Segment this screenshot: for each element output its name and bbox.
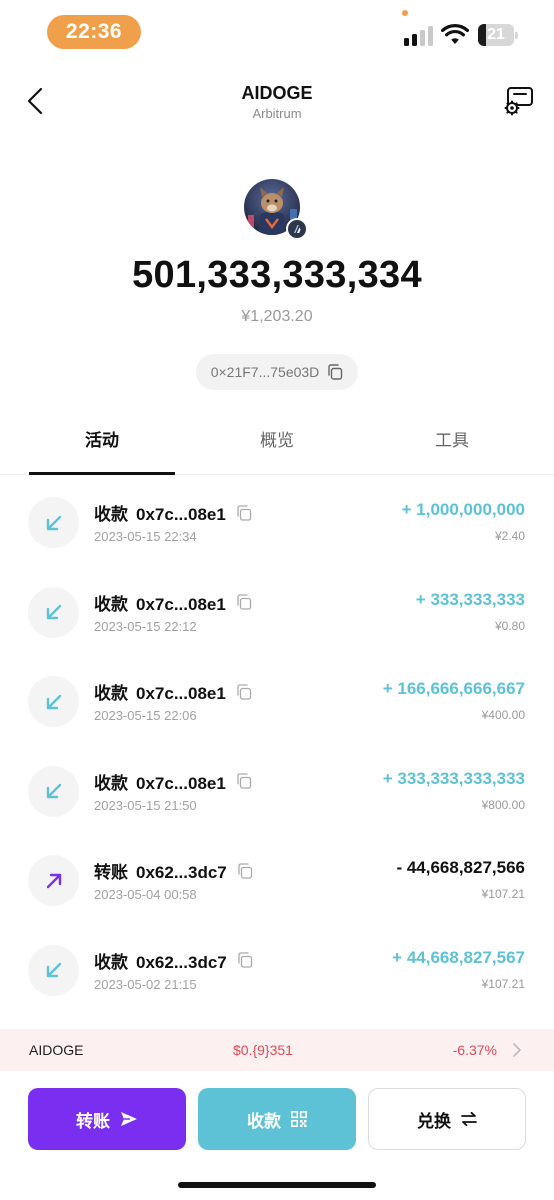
ticker-price: $0.{9}351 bbox=[233, 1042, 293, 1058]
arrow-down-left-icon bbox=[28, 497, 79, 548]
transaction-fiat-value: ¥107.21 bbox=[481, 976, 525, 991]
transaction-row[interactable]: 收款 0x7c...08e1 2023-05-15 21:50 + 333,333,3… bbox=[0, 745, 554, 835]
receive-label: 收款 bbox=[247, 1111, 281, 1131]
counterparty-address: 0x62...3dc7 bbox=[136, 863, 227, 882]
transaction-type: 收款 bbox=[94, 505, 128, 524]
transaction-fiat-value: ¥0.80 bbox=[494, 618, 525, 633]
transaction-date: 2023-05-15 22:12 bbox=[94, 618, 197, 634]
send-button[interactable]: 转账 bbox=[28, 1088, 186, 1150]
transaction-row[interactable]: 收款 0x7c...08e1 2023-05-15 22:06 + 166,666,6… bbox=[0, 655, 554, 745]
transaction-amount: - 44,668,827,566 bbox=[396, 858, 525, 877]
transaction-amount: + 333,333,333 bbox=[415, 589, 525, 609]
status-bar: 22:36 21 bbox=[0, 0, 554, 64]
transaction-amount: + 333,333,333,333 bbox=[382, 768, 525, 788]
counterparty-address: 0x62...3dc7 bbox=[136, 952, 227, 972]
arrow-down-left-icon bbox=[28, 944, 79, 996]
transaction-date: 2023-05-02 21:15 bbox=[94, 976, 197, 992]
tab-activity[interactable]: 活动 bbox=[29, 420, 175, 474]
home-indicator bbox=[178, 1182, 376, 1188]
chevron-right-icon bbox=[513, 1043, 522, 1057]
token-balance: 501,333,333,334 bbox=[132, 254, 422, 296]
transaction-fiat-value: ¥400.00 bbox=[481, 708, 525, 722]
transaction-date: 2023-05-04 00:58 bbox=[94, 887, 197, 902]
copy-address-button[interactable] bbox=[237, 862, 253, 879]
network-subtitle: Arbitrum bbox=[252, 106, 302, 121]
counterparty-address: 0x7c...08e1 bbox=[136, 505, 226, 524]
transaction-amount: + 1,000,000,000 bbox=[401, 500, 525, 519]
transaction-title: 收款 0x7c...08e1 bbox=[94, 590, 252, 615]
token-settings-button[interactable] bbox=[502, 85, 536, 117]
send-icon bbox=[121, 1112, 137, 1126]
ticker-symbol: AIDOGE bbox=[29, 1042, 84, 1058]
copy-icon bbox=[237, 504, 251, 521]
counterparty-address: 0x7c...08e1 bbox=[136, 773, 226, 793]
ticker-change: -6.37% bbox=[452, 1042, 497, 1058]
swap-button[interactable]: 兑换 bbox=[368, 1088, 526, 1150]
transaction-row[interactable]: 收款 0x62...3dc7 2023-05-02 21:15 + 44,668,82… bbox=[0, 924, 554, 1014]
copy-address-button[interactable]: 0×21F7...75e03D bbox=[196, 354, 358, 390]
transaction-row[interactable]: 收款 0x7c...08e1 2023-05-15 22:12 + 333,333,3… bbox=[0, 566, 554, 656]
transaction-type: 收款 bbox=[94, 684, 128, 703]
copy-address-button[interactable] bbox=[236, 504, 252, 521]
transaction-row[interactable]: 转账 0x62...3dc7 2023-05-04 00:58 - 44,668,82… bbox=[0, 834, 554, 924]
arrow-down-left-icon bbox=[28, 586, 79, 638]
copy-address-button[interactable] bbox=[237, 952, 253, 968]
transaction-row[interactable]: 收款 0x7c...08e1 2023-05-15 22:34 + 1,000,000… bbox=[0, 476, 554, 566]
transaction-date: 2023-05-15 21:50 bbox=[94, 797, 197, 813]
status-time: 22:36 bbox=[47, 15, 141, 49]
copy-icon bbox=[238, 952, 252, 968]
transaction-type: 转账 bbox=[94, 863, 128, 882]
transaction-date: 2023-05-15 22:06 bbox=[94, 708, 197, 723]
battery-icon: 21 bbox=[478, 24, 518, 46]
swap-arrows-icon bbox=[461, 1112, 477, 1126]
privacy-indicator-dot bbox=[402, 10, 408, 16]
transaction-title: 转账 0x62...3dc7 bbox=[94, 858, 253, 883]
transaction-title: 收款 0x7c...08e1 bbox=[94, 769, 252, 794]
transaction-date: 2023-05-15 22:34 bbox=[94, 529, 197, 544]
counterparty-address: 0x7c...08e1 bbox=[136, 684, 226, 703]
transaction-type: 收款 bbox=[94, 594, 128, 614]
transaction-type: 收款 bbox=[94, 952, 128, 972]
arbitrum-icon bbox=[286, 218, 308, 240]
tab-tools[interactable]: 工具 bbox=[379, 420, 525, 474]
active-tab-indicator bbox=[29, 472, 175, 475]
transaction-type: 收款 bbox=[94, 773, 128, 793]
wallet-address: 0×21F7...75e03D bbox=[210, 364, 320, 380]
swap-label: 兑换 bbox=[417, 1111, 451, 1131]
wifi-icon bbox=[441, 24, 469, 46]
battery-level: 21 bbox=[487, 26, 505, 43]
transaction-title: 收款 0x7c...08e1 bbox=[94, 679, 252, 704]
transaction-title: 收款 0x62...3dc7 bbox=[94, 948, 253, 973]
price-ticker[interactable]: AIDOGE $0.{9}351 -6.37% bbox=[0, 1029, 554, 1071]
copy-address-button[interactable] bbox=[236, 594, 252, 610]
arrow-down-left-icon bbox=[28, 676, 79, 727]
copy-icon bbox=[328, 364, 343, 380]
send-label: 转账 bbox=[76, 1111, 110, 1131]
transaction-fiat-value: ¥107.21 bbox=[481, 887, 525, 901]
cellular-signal-icon bbox=[404, 26, 434, 46]
tab-overview[interactable]: 概览 bbox=[204, 420, 350, 474]
transaction-amount: + 44,668,827,567 bbox=[392, 947, 525, 967]
transaction-list: 收款 0x7c...08e1 2023-05-15 22:34 + 1,000,000… bbox=[0, 476, 554, 1013]
arrow-up-right-icon bbox=[28, 855, 79, 906]
fiat-balance: ¥1,203.20 bbox=[241, 308, 313, 325]
tab-bar: 活动 概览 工具 bbox=[0, 420, 554, 475]
transaction-fiat-value: ¥800.00 bbox=[481, 797, 525, 812]
token-settings-icon bbox=[504, 87, 533, 116]
copy-icon bbox=[237, 594, 251, 610]
copy-address-button[interactable] bbox=[236, 683, 252, 700]
transaction-title: 收款 0x7c...08e1 bbox=[94, 500, 252, 525]
copy-address-button[interactable] bbox=[236, 773, 252, 789]
qr-code-icon bbox=[291, 1111, 307, 1127]
receive-button[interactable]: 收款 bbox=[198, 1088, 356, 1150]
transaction-fiat-value: ¥2.40 bbox=[494, 529, 525, 543]
copy-icon bbox=[238, 862, 252, 879]
transaction-amount: + 166,666,666,667 bbox=[382, 679, 525, 698]
arrow-down-left-icon bbox=[28, 765, 79, 817]
counterparty-address: 0x7c...08e1 bbox=[136, 594, 226, 614]
page-title: AIDOGE bbox=[241, 83, 313, 103]
copy-icon bbox=[237, 773, 251, 789]
copy-icon bbox=[237, 683, 251, 700]
